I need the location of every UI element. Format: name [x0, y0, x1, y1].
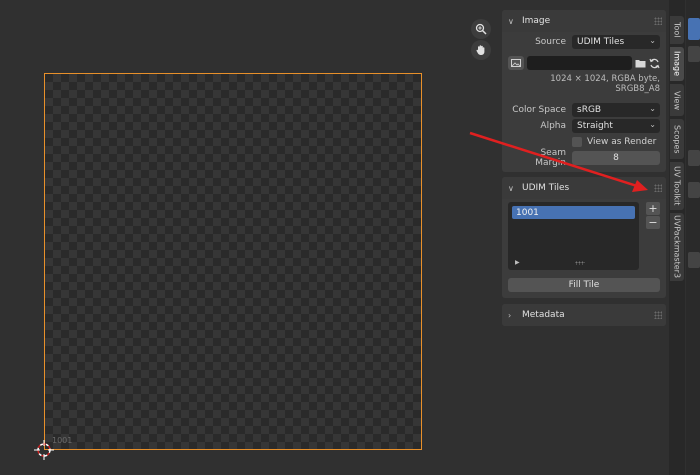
image-path-field[interactable]	[527, 56, 632, 70]
toolbar-button[interactable]	[688, 46, 700, 62]
view-as-render-checkbox[interactable]	[572, 137, 582, 147]
tab-label: Image	[672, 51, 682, 77]
drag-grip-icon[interactable]	[654, 311, 662, 319]
drag-grip-icon[interactable]	[654, 184, 662, 192]
alpha-value: Straight	[577, 121, 613, 131]
tab-uvpackmaster3[interactable]: UVPackmaster3	[670, 213, 684, 281]
uv-editor-viewport[interactable]: 1001	[0, 0, 500, 475]
tab-tool[interactable]: Tool	[670, 16, 684, 44]
toolbar-button[interactable]	[688, 18, 700, 40]
folder-icon[interactable]	[634, 56, 646, 70]
image-file-row	[508, 54, 660, 72]
tab-label: UVPackmaster3	[672, 215, 682, 279]
image-info-text: 1024 × 1024, RGBA byte, SRGB8_A8	[550, 74, 660, 94]
tile-number-label: 1001	[52, 436, 73, 445]
image-section-title: Image	[522, 16, 551, 26]
metadata-section: › Metadata	[502, 304, 666, 326]
alpha-dropdown[interactable]: Straight ⌄	[572, 119, 660, 133]
sidebar-tabs: Tool Image View Scopes UV Toolkit UVPack…	[669, 0, 685, 475]
tab-label: Tool	[672, 22, 682, 38]
chevron-down-icon: ∨	[508, 183, 514, 193]
remove-tile-button[interactable]: −	[646, 216, 660, 229]
udim-tiles-section: ∨ UDIM Tiles 1001 ▶ + − Fill Tile	[502, 177, 666, 298]
image-section: ∨ Image Source UDIM Tiles ⌄ 1024 × 1024,…	[502, 10, 666, 172]
zoom-icon[interactable]	[471, 19, 491, 39]
seam-margin-field[interactable]: 8	[572, 151, 660, 165]
metadata-section-header[interactable]: › Metadata	[502, 304, 666, 326]
toolbar-button[interactable]	[688, 150, 700, 166]
view-as-render-label: View as Render	[587, 137, 657, 147]
tab-label: View	[672, 90, 682, 110]
sidebar-panel: ∨ Image Source UDIM Tiles ⌄ 1024 × 1024,…	[502, 10, 666, 331]
right-toolbar-edge	[686, 0, 700, 475]
chevron-down-icon: ⌄	[649, 104, 656, 113]
alpha-row: Alpha Straight ⌄	[508, 118, 660, 134]
add-tile-button[interactable]: +	[646, 202, 660, 215]
image-browse-icon[interactable]	[508, 56, 524, 70]
tab-uv-toolkit[interactable]: UV Toolkit	[670, 162, 684, 210]
2d-cursor-icon[interactable]	[34, 440, 54, 460]
chevron-down-icon: ⌄	[649, 120, 656, 129]
chevron-down-icon: ∨	[508, 16, 514, 26]
list-resize-grip-icon[interactable]	[575, 261, 585, 265]
metadata-section-title: Metadata	[522, 310, 565, 320]
tab-view[interactable]: View	[670, 84, 684, 116]
chevron-down-icon: ⌄	[649, 36, 656, 45]
tab-label: UV Toolkit	[672, 166, 682, 206]
pan-hand-icon[interactable]	[471, 40, 491, 60]
tab-scopes[interactable]: Scopes	[670, 119, 684, 159]
triangle-right-icon[interactable]: ▶	[515, 259, 520, 266]
source-value: UDIM Tiles	[577, 37, 625, 47]
drag-grip-icon[interactable]	[654, 17, 662, 25]
color-space-dropdown[interactable]: sRGB ⌄	[572, 103, 660, 117]
chevron-right-icon: ›	[508, 310, 512, 320]
udim-tiles-section-title: UDIM Tiles	[522, 183, 570, 193]
udim-tile-list[interactable]: 1001 ▶	[508, 202, 639, 270]
color-space-row: Color Space sRGB ⌄	[508, 102, 660, 118]
udim-tile-canvas[interactable]	[44, 73, 422, 450]
udim-tiles-section-header[interactable]: ∨ UDIM Tiles	[502, 177, 666, 199]
seam-margin-label: Seam Margin	[535, 148, 566, 168]
seam-margin-row: Seam Margin 8	[508, 148, 660, 168]
source-label: Source	[535, 37, 566, 47]
color-space-label: Color Space	[512, 105, 566, 115]
tile-item-label: 1001	[516, 207, 539, 218]
tab-image[interactable]: Image	[670, 47, 684, 81]
udim-list-container: 1001 ▶ + −	[502, 202, 666, 272]
source-row: Source UDIM Tiles ⌄	[508, 34, 660, 50]
reload-icon[interactable]	[648, 56, 660, 70]
toolbar-button[interactable]	[688, 252, 700, 268]
toolbar-button[interactable]	[688, 182, 700, 198]
alpha-label: Alpha	[540, 121, 566, 131]
list-item[interactable]: 1001	[512, 206, 635, 219]
source-dropdown[interactable]: UDIM Tiles ⌄	[572, 35, 660, 49]
fill-tile-button[interactable]: Fill Tile	[508, 278, 660, 292]
tab-label: Scopes	[672, 124, 682, 154]
image-section-header[interactable]: ∨ Image	[502, 10, 666, 32]
color-space-value: sRGB	[577, 105, 602, 115]
